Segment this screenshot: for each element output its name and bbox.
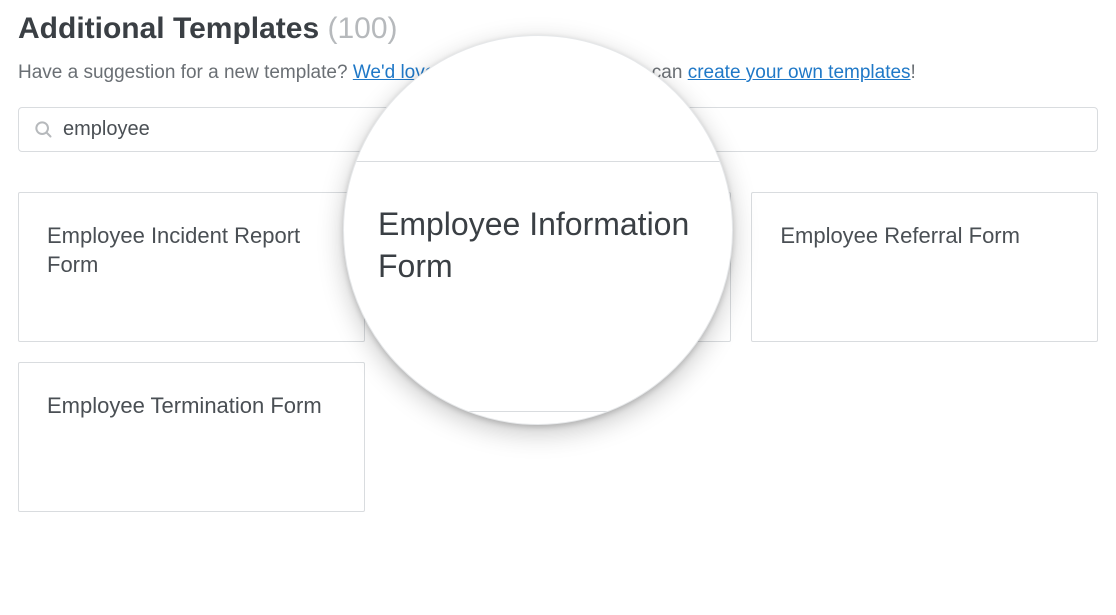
lens-card-title: Employee Information Form <box>378 204 718 287</box>
template-card-title: Employee Termination Form <box>47 391 322 421</box>
template-card[interactable]: Employee Termination Form <box>18 362 365 512</box>
subline-suffix: ! <box>911 62 916 83</box>
template-card[interactable]: Employee Incident Report Form <box>18 192 365 342</box>
heading-title: Additional Templates <box>18 12 319 45</box>
template-card-title: Employee Referral Form <box>780 221 1020 251</box>
lens-divider <box>343 161 733 162</box>
lens-content: Employee Information Form <box>344 36 732 424</box>
template-card-title: Employee Incident Report Form <box>47 221 336 280</box>
subline-prefix: Have a suggestion for a new template? <box>18 62 353 83</box>
lens-divider <box>343 411 733 412</box>
magnifier-lens: Employee Information Form <box>343 35 733 425</box>
search-icon <box>33 119 53 139</box>
template-card[interactable]: Employee Referral Form <box>751 192 1098 342</box>
